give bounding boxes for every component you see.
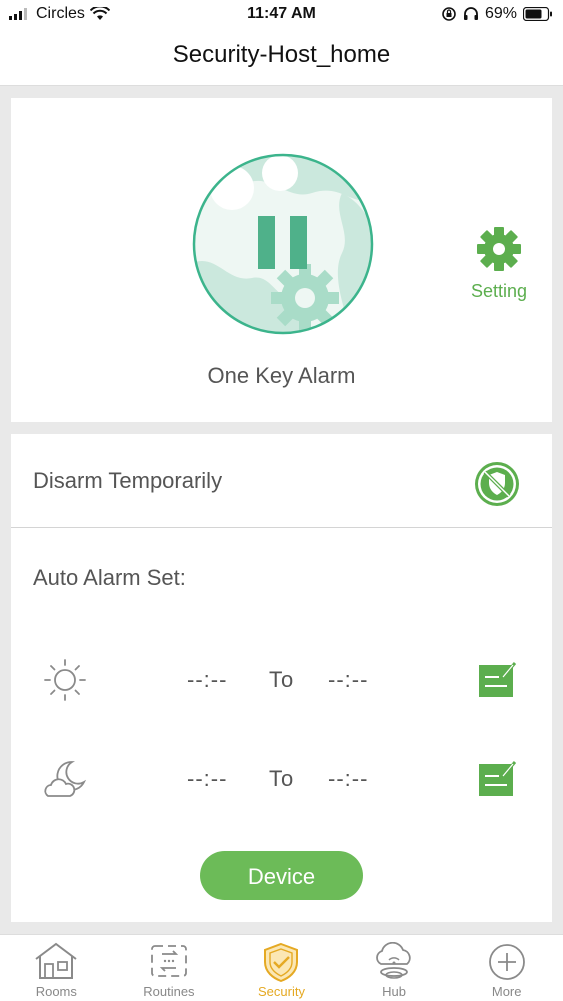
tab-security[interactable]: Security bbox=[225, 935, 338, 1001]
house-icon bbox=[35, 942, 77, 979]
night-end-time[interactable]: --:-- bbox=[328, 766, 368, 792]
tab-hub-label: Hub bbox=[382, 984, 406, 999]
setting-label: Setting bbox=[470, 281, 528, 301]
disarm-shield-off-icon bbox=[475, 462, 519, 506]
routines-icon bbox=[150, 945, 187, 977]
plus-circle-icon bbox=[488, 944, 525, 980]
day-start-time[interactable]: --:-- bbox=[187, 667, 227, 693]
one-key-alarm-button[interactable] bbox=[192, 153, 374, 340]
night-schedule-row: --:-- To --:-- bbox=[11, 748, 552, 808]
day-schedule-row: --:-- To --:-- bbox=[11, 649, 552, 709]
auto-alarm-label: Auto Alarm Set: bbox=[33, 565, 186, 590]
sun-icon bbox=[44, 659, 86, 701]
alarm-label: One Key Alarm bbox=[207, 363, 356, 388]
schedule-card: Disarm Temporarily Auto Alarm Set: --:--… bbox=[11, 434, 552, 922]
tab-routines-label: Routines bbox=[143, 984, 195, 999]
moon-cloud-icon bbox=[44, 761, 87, 797]
day-edit-icon[interactable] bbox=[477, 661, 517, 699]
tab-hub[interactable]: Hub bbox=[338, 935, 451, 1001]
tab-more[interactable]: More bbox=[450, 935, 563, 1001]
alarm-card: One Key Alarm Setting bbox=[11, 98, 552, 422]
tab-routines[interactable]: Routines bbox=[113, 935, 226, 1001]
tab-rooms[interactable]: Rooms bbox=[0, 935, 113, 1001]
day-end-time[interactable]: --:-- bbox=[328, 667, 368, 693]
night-to-label: To bbox=[269, 766, 295, 791]
night-edit-icon[interactable] bbox=[477, 760, 517, 798]
battery-percent: 69% bbox=[484, 5, 517, 22]
device-button[interactable]: Device bbox=[200, 851, 363, 900]
alarm-pause-icon bbox=[192, 153, 374, 335]
gear-icon bbox=[477, 227, 521, 271]
tab-more-label: More bbox=[491, 984, 522, 999]
headphones-icon bbox=[463, 7, 478, 20]
tab-bar: Rooms Routines Security Hub More bbox=[0, 934, 563, 1001]
orientation-lock-icon bbox=[442, 7, 456, 21]
battery-icon bbox=[523, 7, 552, 21]
status-bar: Circles 11:47 AM 69% bbox=[0, 0, 563, 30]
page-title: Security-Host_home bbox=[172, 41, 391, 68]
setting-button[interactable]: Setting bbox=[463, 226, 535, 302]
night-start-time[interactable]: --:-- bbox=[187, 766, 227, 792]
page-header: Security-Host_home bbox=[0, 30, 563, 86]
tab-rooms-label: Rooms bbox=[35, 984, 77, 999]
day-to-label: To bbox=[269, 667, 295, 692]
cloud-hub-icon bbox=[376, 942, 411, 979]
status-right: 69% bbox=[441, 5, 553, 23]
disarm-label: Disarm Temporarily bbox=[33, 468, 223, 493]
shield-check-icon bbox=[264, 942, 299, 982]
tab-security-label: Security bbox=[258, 984, 305, 999]
disarm-temporarily-row[interactable]: Disarm Temporarily bbox=[11, 434, 552, 528]
